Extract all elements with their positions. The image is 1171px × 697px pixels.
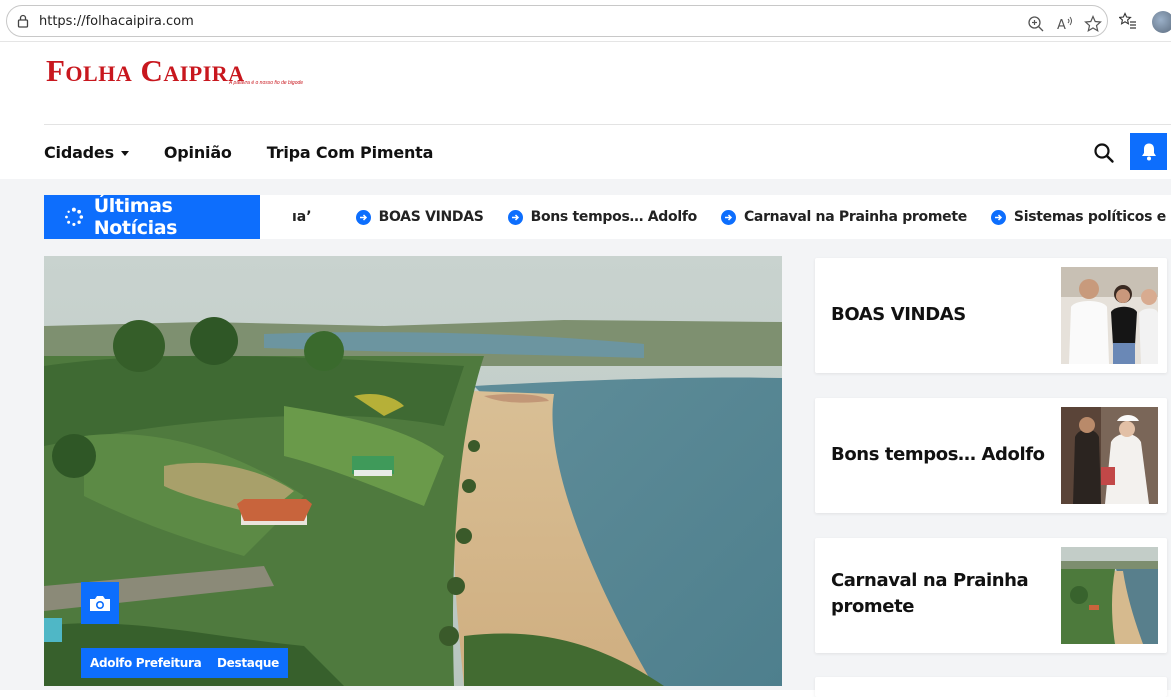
ticker-item[interactable]: Bons tempos… Adolfo — [507, 209, 698, 225]
beach-aerial-photo[interactable] — [1061, 547, 1158, 644]
news-card[interactable]: BOAS VINDAS — [815, 258, 1167, 373]
news-card[interactable]: Bons tempos… Adolfo — [815, 398, 1167, 513]
arrow-right-circle-icon — [990, 209, 1006, 225]
category-tag[interactable]: Adolfo Prefeitura — [81, 648, 211, 678]
featured-image[interactable]: Adolfo Prefeitura Destaque — [44, 256, 782, 686]
news-card-thumbnail[interactable] — [1061, 407, 1158, 504]
logo-tagline: A palavra é o nosso fio de bigode — [229, 80, 304, 86]
ticker-label: Últimas Notícias — [44, 195, 260, 239]
news-ticker: Últimas Notícias ıa’ BOAS VINDAS Bons te… — [44, 195, 1171, 239]
logo-text[interactable]: Folha Caipira — [46, 55, 245, 86]
lock-icon[interactable] — [17, 14, 29, 28]
camera-icon — [90, 596, 110, 611]
search-icon[interactable] — [1093, 142, 1115, 164]
header-divider — [44, 124, 1171, 125]
ticker-title: Últimas Notícias — [93, 195, 178, 239]
notification-button[interactable] — [1130, 133, 1167, 170]
nav-item-opiniao[interactable]: Opinião — [164, 143, 232, 162]
news-card-title[interactable]: Carnaval na Prainha promete — [831, 568, 1051, 620]
arrow-right-circle-icon — [355, 209, 371, 225]
favorites-list-icon[interactable] — [1119, 12, 1137, 30]
ticker-item-label[interactable]: BOAS VINDAS — [379, 209, 484, 225]
news-card[interactable] — [815, 677, 1167, 697]
ticker-item-label[interactable]: Sistemas políticos e peneiras jurídicas — [1014, 209, 1171, 225]
caret-down-icon[interactable] — [120, 150, 129, 156]
people-photo[interactable] — [1061, 267, 1158, 364]
category-tag[interactable]: Destaque — [208, 648, 288, 678]
ticker-item-label[interactable]: Carnaval na Prainha promete — [744, 209, 967, 225]
news-card-thumbnail[interactable] — [1061, 267, 1158, 364]
wedding-photo[interactable] — [1061, 407, 1158, 504]
news-card-title[interactable]: BOAS VINDAS — [831, 302, 1051, 328]
featured-photo[interactable] — [44, 256, 782, 686]
nav-item-cidades[interactable]: Cidades — [44, 143, 129, 162]
news-card-title[interactable]: Bons tempos… Adolfo — [831, 442, 1051, 468]
nav-label[interactable]: Cidades — [44, 143, 114, 162]
news-card-thumbnail[interactable] — [1061, 547, 1158, 644]
ticker-item[interactable]: Sistemas políticos e peneiras jurídicas — [990, 209, 1171, 225]
ticker-items: ıa’ BOAS VINDAS Bons tempos… Adolfo Carn… — [260, 195, 1171, 239]
address-bar[interactable]: https://folhacaipira.com A — [6, 5, 1108, 37]
arrow-right-circle-icon — [507, 209, 523, 225]
ticker-item[interactable]: Carnaval na Prainha promete — [720, 209, 967, 225]
favorite-star-icon[interactable] — [1084, 15, 1102, 33]
browser-toolbar: https://folhacaipira.com A — [0, 0, 1171, 42]
ticker-item[interactable]: BOAS VINDAS — [355, 209, 484, 225]
ticker-item-label[interactable]: Bons tempos… Adolfo — [531, 209, 698, 225]
nav-label[interactable]: Tripa Com Pimenta — [267, 143, 434, 162]
loader-icon — [65, 207, 84, 226]
arrow-right-circle-icon — [720, 209, 736, 225]
zoom-icon[interactable] — [1027, 15, 1045, 33]
ticker-fragment[interactable]: ıa’ — [292, 209, 312, 225]
read-aloud-icon[interactable]: A — [1056, 15, 1074, 33]
url-text[interactable]: https://folhacaipira.com — [39, 14, 194, 29]
nav-item-tripa-com-pimenta[interactable]: Tripa Com Pimenta — [267, 143, 434, 162]
site-logo[interactable]: Folha Caipira A palavra é o nosso fio de… — [46, 55, 303, 86]
main-nav: Cidades Opinião Tripa Com Pimenta — [44, 138, 468, 166]
news-card[interactable]: Carnaval na Prainha promete — [815, 538, 1167, 653]
nav-label[interactable]: Opinião — [164, 143, 232, 162]
bell-icon — [1141, 143, 1156, 160]
gallery-button[interactable] — [81, 582, 119, 624]
svg-text:A: A — [1057, 18, 1066, 33]
profile-avatar[interactable] — [1152, 11, 1171, 33]
